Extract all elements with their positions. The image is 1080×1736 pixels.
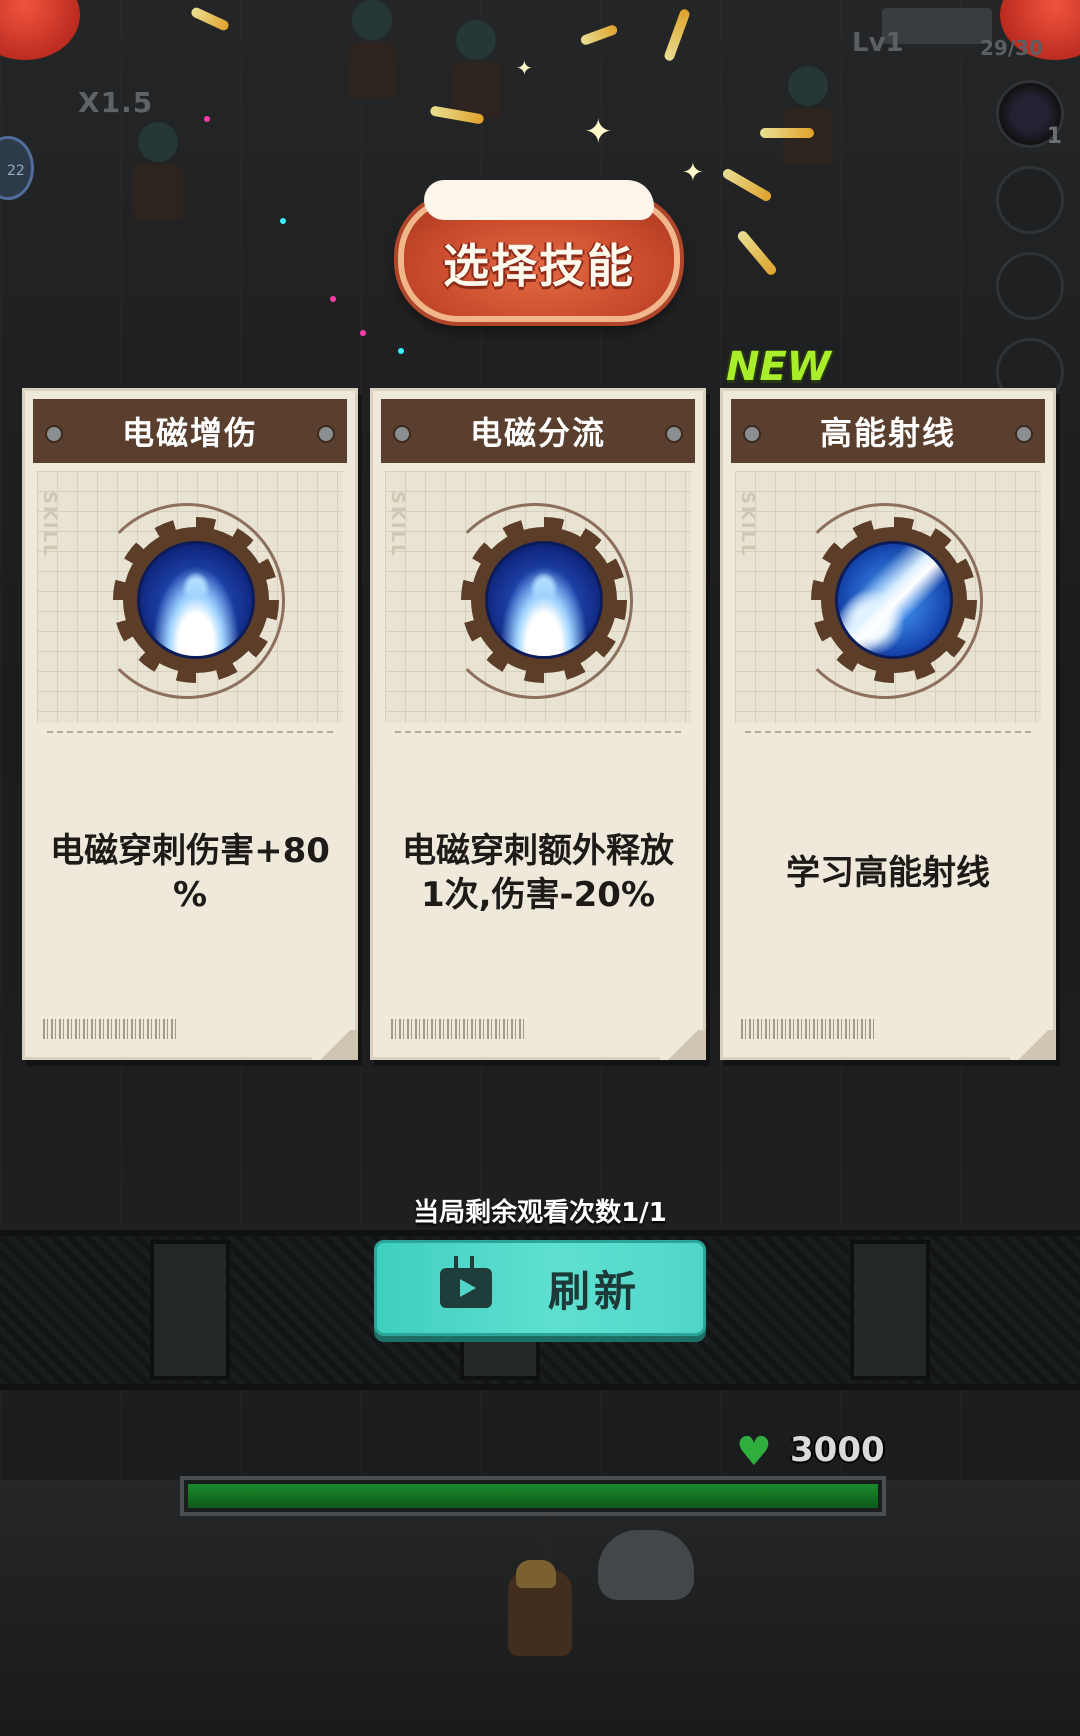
barcode-decoration xyxy=(741,1019,875,1039)
skill-card-1[interactable]: 电磁增伤 SKILL 电磁穿刺伤害+80% xyxy=(22,388,358,1060)
skill-slot[interactable] xyxy=(996,252,1064,320)
card-divider xyxy=(745,731,1031,733)
skill-slot-count: 1 xyxy=(1046,124,1062,149)
barcode-decoration xyxy=(43,1019,177,1039)
remaining-views-text: 当局剩余观看次数1/1 xyxy=(413,1198,667,1228)
paper-fold-decoration xyxy=(312,1030,358,1060)
snow-cap-decoration xyxy=(424,180,654,220)
tv-ad-icon xyxy=(439,1268,492,1308)
card-header: 电磁增伤 xyxy=(33,399,347,463)
skill-card-2[interactable]: 电磁分流 SKILL 电磁穿刺额外释放 1次,伤害-20% xyxy=(370,388,706,1060)
particle xyxy=(280,218,286,224)
gear-frame xyxy=(461,517,627,683)
card-header: 电磁分流 xyxy=(381,399,695,463)
gear-frame xyxy=(811,517,977,683)
paper-fold-decoration xyxy=(1010,1030,1056,1060)
weapon-level: Lv1 xyxy=(852,28,904,58)
skill-description: 电磁穿刺伤害+80% xyxy=(50,831,330,915)
card-header: 高能射线 xyxy=(731,399,1045,463)
skill-name: 高能射线 xyxy=(819,414,956,452)
particle xyxy=(330,296,336,302)
hp-bar-fill xyxy=(188,1484,878,1508)
sparkle-icon: ✦ xyxy=(584,112,613,152)
heart-icon: ♥ xyxy=(736,1429,772,1475)
card-divider xyxy=(395,731,681,733)
particle xyxy=(398,348,404,354)
energy-beam-icon xyxy=(835,541,953,659)
refresh-button[interactable]: 刷新 xyxy=(374,1240,706,1336)
skill-name: 电磁分流 xyxy=(469,414,606,452)
skill-watermark: SKILL xyxy=(39,491,60,558)
hp-value: 3000 xyxy=(790,1430,885,1470)
page-title: 选择技能 xyxy=(443,239,635,293)
sparkle-icon: ✦ xyxy=(516,56,533,80)
sparkle-icon: ✦ xyxy=(682,158,704,188)
gear-frame xyxy=(113,517,279,683)
ammo-count: 29/30 xyxy=(980,36,1043,60)
skill-slot[interactable] xyxy=(996,166,1064,234)
electromagnetic-pierce-icon xyxy=(485,541,603,659)
particle xyxy=(360,330,366,336)
new-skill-tag: NEW xyxy=(726,344,831,390)
skill-card-3[interactable]: 高能射线 SKILL 学习高能射线 xyxy=(720,388,1056,1060)
skill-name: 电磁增伤 xyxy=(121,414,258,452)
select-skill-title-badge: 选择技能 xyxy=(398,180,680,322)
spark-effect xyxy=(760,128,814,138)
skill-watermark: SKILL xyxy=(387,491,408,558)
card-divider xyxy=(47,731,333,733)
skill-watermark: SKILL xyxy=(737,491,758,558)
barcode-decoration xyxy=(391,1019,525,1039)
particle xyxy=(204,116,210,122)
skill-description: 电磁穿刺额外释放 1次,伤害-20% xyxy=(402,831,674,915)
hp-bar xyxy=(180,1476,886,1516)
refresh-button-label: 刷新 xyxy=(547,1266,640,1316)
game-speed-label[interactable]: X1.5 xyxy=(78,86,153,119)
paper-fold-decoration xyxy=(660,1030,706,1060)
skill-description: 学习高能射线 xyxy=(786,853,990,893)
electromagnetic-pierce-icon xyxy=(137,541,255,659)
